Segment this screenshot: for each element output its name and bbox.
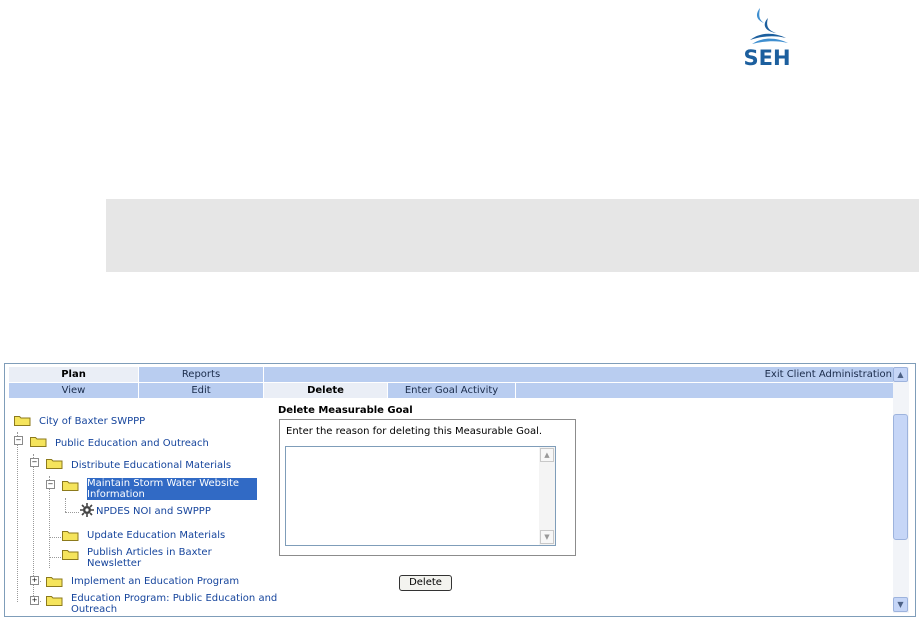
tree-node-distribute-materials[interactable]: Distribute Educational Materials bbox=[71, 460, 231, 471]
collapse-icon[interactable]: − bbox=[46, 480, 55, 489]
tab-enter-goal-activity[interactable]: Enter Goal Activity bbox=[388, 383, 516, 398]
tab-reports[interactable]: Reports bbox=[139, 367, 264, 382]
tree-line bbox=[49, 476, 50, 568]
delete-button[interactable]: Delete bbox=[399, 575, 452, 591]
tree-node-education-program[interactable]: Education Program: Public Education and … bbox=[71, 593, 281, 615]
tree-node-implement-program[interactable]: Implement an Education Program bbox=[71, 576, 239, 587]
collapse-icon[interactable]: − bbox=[14, 436, 23, 445]
folder-icon bbox=[46, 577, 63, 587]
tab-delete[interactable]: Delete bbox=[264, 383, 388, 398]
scroll-down-icon[interactable]: ▼ bbox=[893, 597, 908, 612]
folder-icon bbox=[62, 531, 79, 541]
tree-line bbox=[65, 498, 66, 512]
client-admin-frame: Plan Reports Exit Client Administration … bbox=[4, 363, 916, 617]
folder-icon bbox=[46, 596, 63, 606]
reason-textarea[interactable]: ▲ ▼ bbox=[285, 446, 556, 546]
tab-edit[interactable]: Edit bbox=[139, 383, 264, 398]
expand-icon[interactable]: + bbox=[30, 576, 39, 585]
scroll-up-icon[interactable]: ▲ bbox=[893, 367, 908, 382]
gear-icon bbox=[80, 503, 94, 517]
tree-node-update-materials[interactable]: Update Education Materials bbox=[87, 530, 225, 541]
expand-icon[interactable]: + bbox=[30, 596, 39, 605]
logo-swoosh-icon bbox=[750, 8, 788, 44]
scroll-up-icon[interactable]: ▲ bbox=[540, 448, 554, 462]
folder-icon bbox=[62, 550, 79, 560]
delete-reason-box: Enter the reason for deleting this Measu… bbox=[279, 419, 576, 556]
tree-node-public-education[interactable]: Public Education and Outreach bbox=[55, 438, 209, 449]
plan-tree: City of Baxter SWPPP − Public Education … bbox=[5, 402, 281, 615]
tree-line bbox=[49, 537, 61, 538]
folder-icon bbox=[14, 416, 31, 426]
tree-node-root[interactable]: City of Baxter SWPPP bbox=[39, 416, 145, 427]
scrollbar-thumb[interactable] bbox=[893, 414, 908, 540]
tree-node-npdes[interactable]: NPDES NOI and SWPPP bbox=[96, 506, 211, 517]
tab-view[interactable]: View bbox=[9, 383, 139, 398]
textarea-scrollbar[interactable]: ▲ ▼ bbox=[539, 447, 555, 545]
folder-open-icon bbox=[62, 481, 79, 491]
header-band bbox=[106, 199, 919, 272]
tree-line bbox=[49, 557, 61, 558]
main-tab-bar: Plan Reports Exit Client Administration bbox=[9, 367, 893, 382]
tree-node-maintain-website[interactable]: Maintain Storm Water Website Information bbox=[87, 478, 257, 500]
logo-text: SEH bbox=[743, 46, 791, 70]
pane-title: Delete Measurable Goal bbox=[278, 405, 413, 416]
scroll-down-icon[interactable]: ▼ bbox=[540, 530, 554, 544]
panel-scrollbar[interactable]: ▲ ▼ bbox=[893, 367, 909, 613]
exit-client-admin-link[interactable]: Exit Client Administration bbox=[765, 367, 893, 382]
folder-open-icon bbox=[30, 437, 47, 447]
tree-line bbox=[65, 512, 79, 513]
tree-line bbox=[17, 432, 18, 602]
collapse-icon[interactable]: − bbox=[30, 458, 39, 467]
folder-open-icon bbox=[46, 459, 63, 469]
tab-plan[interactable]: Plan bbox=[9, 367, 139, 382]
tree-node-publish-articles[interactable]: Publish Articles in Baxter Newsletter bbox=[87, 547, 247, 569]
seh-logo: SEH bbox=[742, 6, 792, 70]
sub-tab-bar: View Edit Delete Enter Goal Activity bbox=[9, 383, 893, 398]
reason-label: Enter the reason for deleting this Measu… bbox=[286, 426, 543, 437]
